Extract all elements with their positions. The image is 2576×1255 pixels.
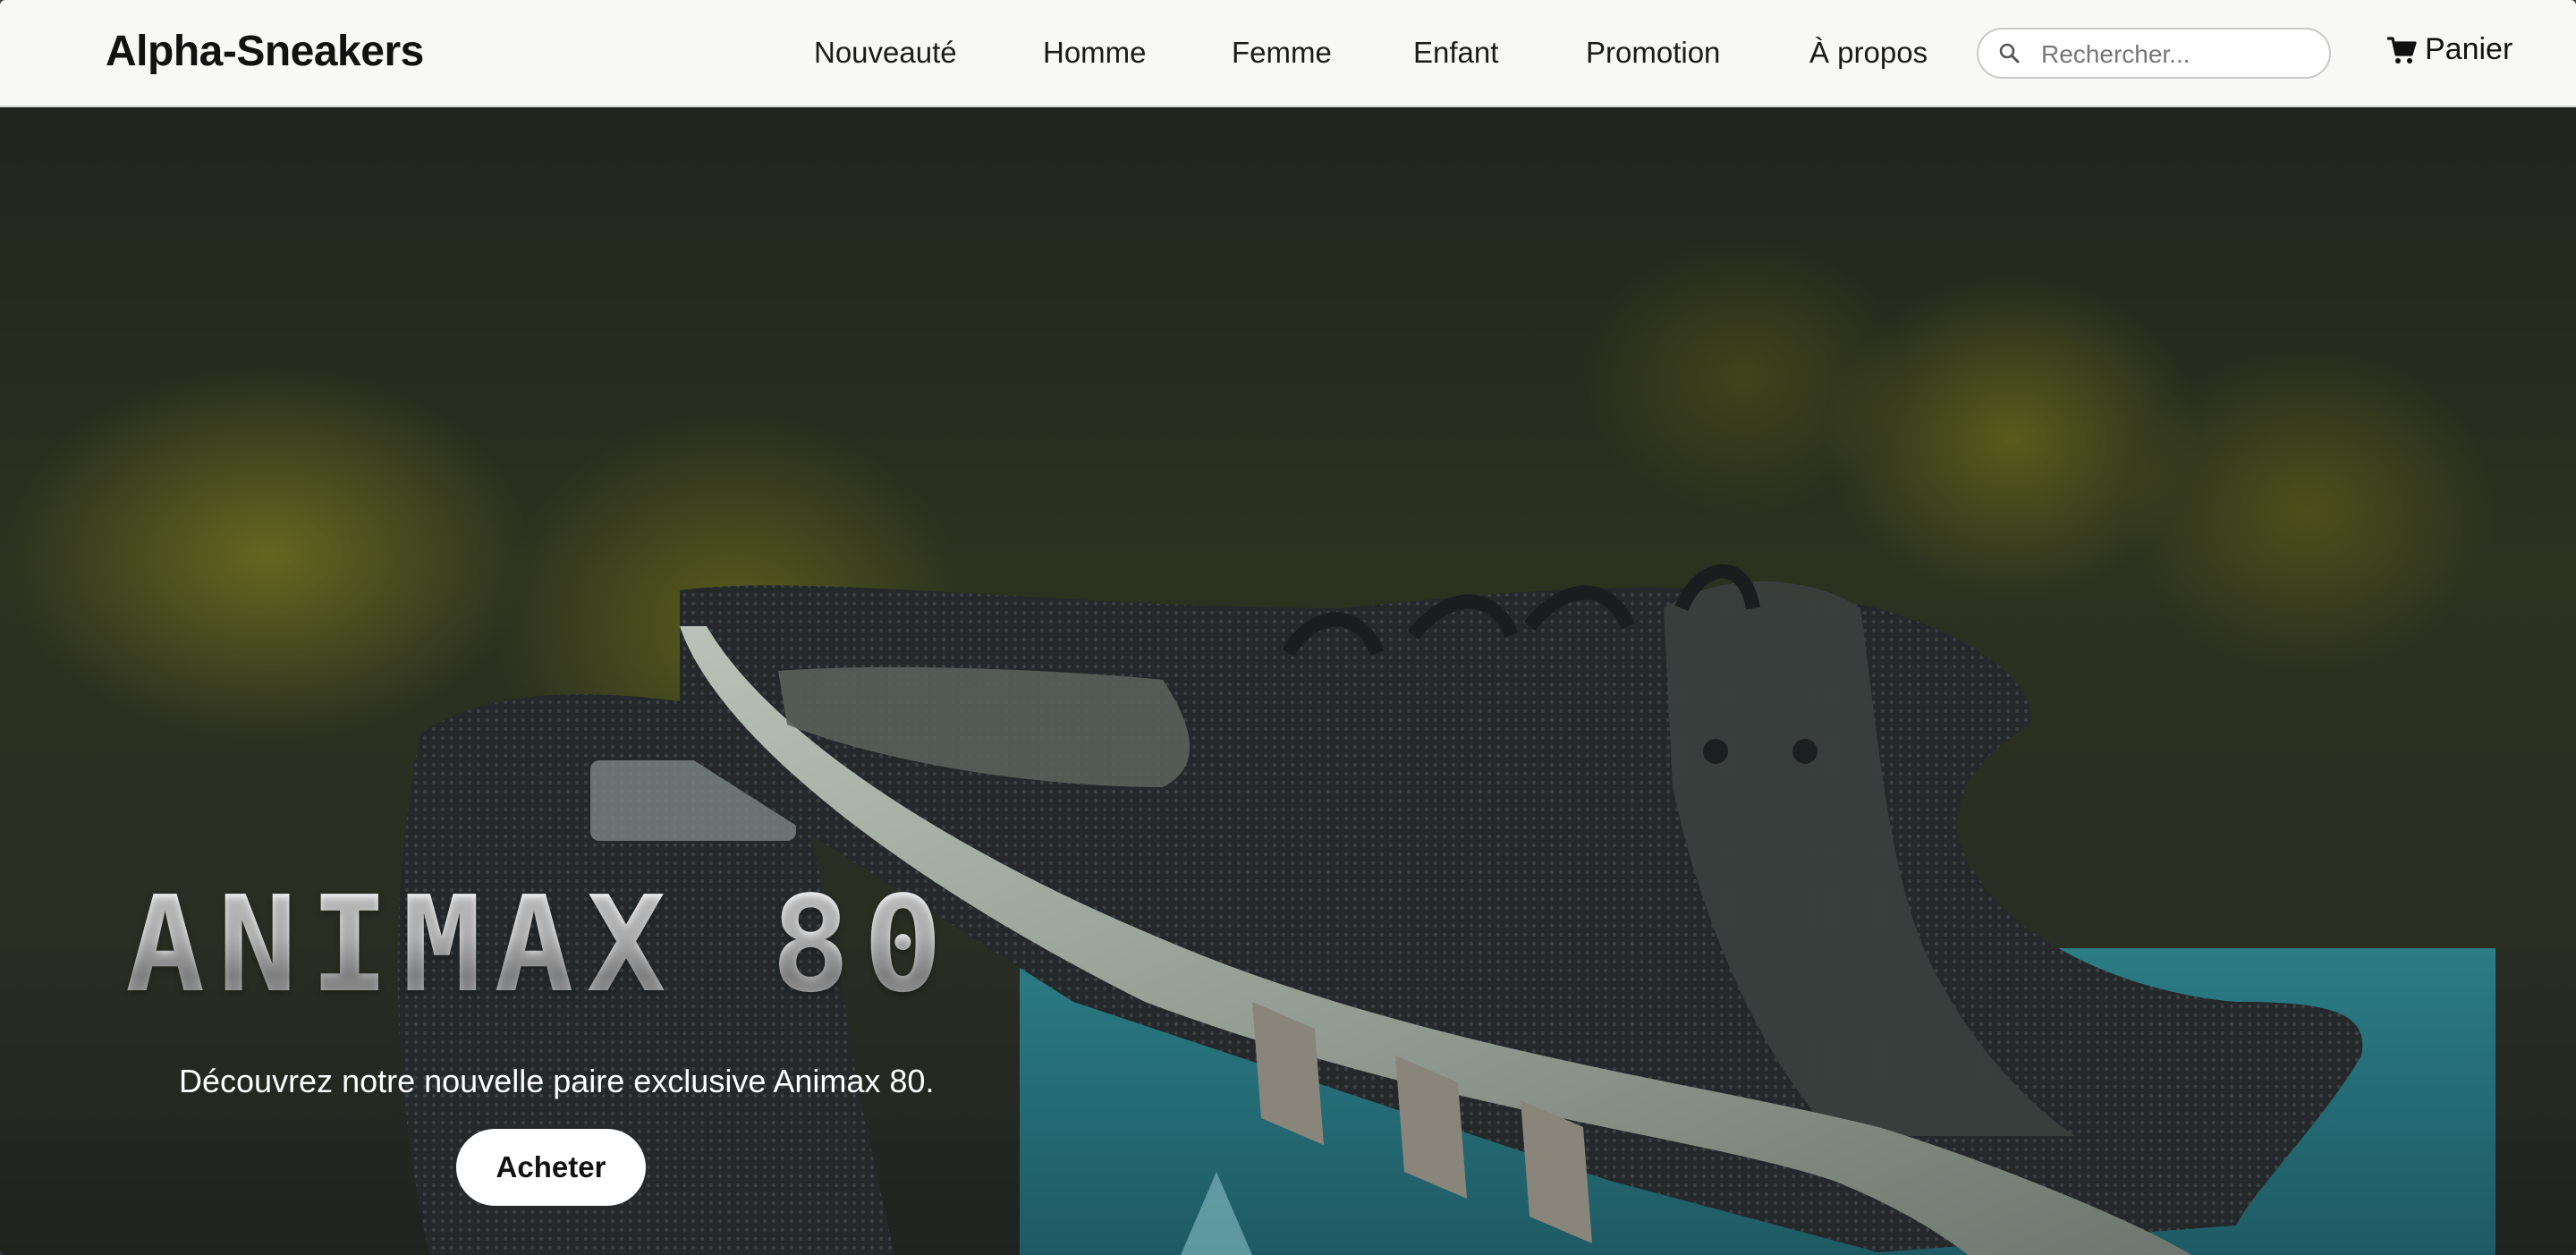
search-box[interactable] — [1977, 28, 2331, 79]
nav-item-promotion[interactable]: Promotion — [1586, 36, 1720, 70]
search-icon — [1999, 43, 2020, 64]
cart-icon — [2387, 36, 2417, 64]
cart-button[interactable]: Panier — [2385, 32, 2512, 67]
navbar: Alpha-Sneakers Nouveauté Homme Femme Enf… — [0, 0, 2576, 107]
nav-item-nouveaute[interactable]: Nouveauté — [814, 36, 957, 70]
nav-item-homme[interactable]: Homme — [1043, 36, 1147, 70]
hero-subtitle: Découvrez notre nouvelle paire exclusive… — [179, 1063, 935, 1099]
hero-title: ANIMAX 80 — [125, 868, 955, 1022]
buy-button[interactable]: Acheter — [456, 1129, 646, 1206]
hero-banner: ANIMAX 80 Découvrez notre nouvelle paire… — [0, 107, 2576, 1255]
cart-label: Panier — [2425, 32, 2513, 66]
brand-logo[interactable]: Alpha-Sneakers — [106, 27, 424, 76]
nav-item-enfant[interactable]: Enfant — [1413, 36, 1498, 70]
nav-item-a-propos[interactable]: À propos — [1809, 36, 1928, 70]
nav-item-femme[interactable]: Femme — [1232, 36, 1332, 70]
page: Alpha-Sneakers Nouveauté Homme Femme Enf… — [0, 0, 2576, 1255]
search-input[interactable] — [2039, 37, 2320, 72]
